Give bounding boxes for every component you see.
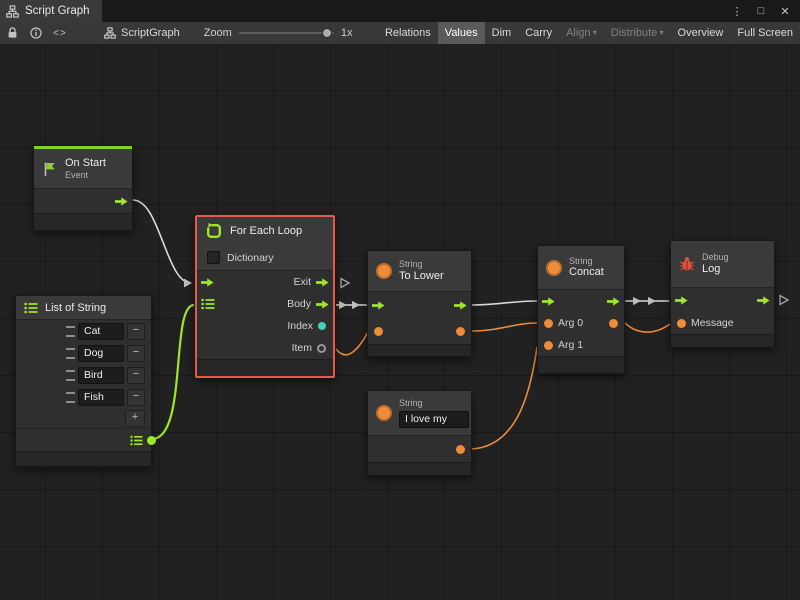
list-output-port[interactable] (147, 436, 156, 445)
list-input-port[interactable] (201, 298, 215, 310)
result-output-port[interactable] (609, 319, 618, 328)
title-bar: Script Graph (0, 0, 800, 22)
exit-port[interactable] (607, 297, 620, 306)
dim-button[interactable]: Dim (485, 22, 519, 44)
values-button[interactable]: Values (438, 22, 485, 44)
lock-icon[interactable] (0, 22, 24, 44)
node-title: Log (702, 263, 729, 276)
string-value-field[interactable]: I love my (399, 411, 469, 428)
drag-handle-icon[interactable] (66, 348, 75, 359)
list-icon (24, 302, 38, 314)
tab-script-graph[interactable]: Script Graph (0, 0, 102, 22)
zoom-value: 1x (341, 27, 353, 39)
string-type-icon (376, 263, 392, 279)
enter-port[interactable] (675, 296, 688, 305)
remove-item-button[interactable]: − (127, 323, 145, 340)
list-item-field[interactable]: Fish (78, 389, 124, 406)
code-icon[interactable] (48, 22, 72, 44)
zoom-slider-handle[interactable] (322, 28, 332, 38)
dictionary-label: Dictionary (227, 252, 274, 264)
node-footer (368, 462, 471, 475)
window-menu-icon[interactable] (731, 5, 743, 18)
info-icon[interactable] (24, 22, 48, 44)
list-item-field[interactable]: Dog (78, 345, 124, 362)
exit-port[interactable] (316, 278, 329, 287)
enter-port[interactable] (372, 301, 385, 310)
node-debug-log[interactable]: Debug Log Message (670, 240, 775, 348)
enter-port[interactable] (542, 297, 555, 306)
string-input-port[interactable] (374, 327, 383, 336)
result-output-port[interactable] (456, 327, 465, 336)
exit-port[interactable] (757, 296, 770, 305)
close-icon[interactable] (779, 5, 791, 18)
item-output-port[interactable] (317, 344, 326, 353)
node-category: String (399, 398, 469, 409)
carry-button[interactable]: Carry (518, 22, 559, 44)
list-item-row: Bird − (16, 364, 151, 386)
node-list-of-string[interactable]: List of String Cat − Dog − Bird − Fish −… (15, 295, 152, 467)
bug-icon (679, 256, 695, 272)
node-string-to-lower[interactable]: String To Lower (367, 250, 472, 357)
tab-title: Script Graph (25, 5, 90, 17)
node-category: String (569, 256, 604, 267)
maximize-icon[interactable] (755, 5, 767, 18)
remove-item-button[interactable]: − (127, 367, 145, 384)
flag-icon (42, 161, 58, 177)
enter-port[interactable] (201, 278, 214, 287)
list-item-row: Fish − (16, 386, 151, 408)
overview-button[interactable]: Overview (671, 22, 731, 44)
arg0-input-port[interactable] (544, 319, 553, 328)
node-title: To Lower (399, 270, 444, 283)
trigger-output-port[interactable] (115, 197, 128, 206)
value-output-port[interactable] (456, 445, 465, 454)
list-item-field[interactable]: Cat (78, 323, 124, 340)
arg1-input-port[interactable] (544, 341, 553, 350)
relations-button[interactable]: Relations (378, 22, 438, 44)
node-category: Debug (702, 252, 729, 263)
zoom-slider[interactable] (239, 32, 334, 34)
node-title: For Each Loop (230, 225, 302, 237)
zoom-label: Zoom (204, 27, 232, 39)
list-item-row: Dog − (16, 342, 151, 364)
loop-icon (205, 222, 223, 240)
drag-handle-icon[interactable] (66, 326, 75, 337)
remove-item-button[interactable]: − (127, 345, 145, 362)
body-port[interactable] (316, 300, 329, 309)
list-output-icon (130, 435, 143, 446)
graph-toolbar: ScriptGraph Zoom 1x Relations Values Dim… (0, 22, 800, 45)
dictionary-checkbox[interactable] (207, 251, 220, 264)
drag-handle-icon[interactable] (66, 392, 75, 403)
add-item-button[interactable]: + (125, 410, 145, 427)
list-item-row: Cat − (16, 320, 151, 342)
node-footer (34, 213, 132, 230)
node-footer (16, 451, 151, 466)
string-type-icon (376, 405, 392, 421)
exit-port[interactable] (454, 301, 467, 310)
drag-handle-icon[interactable] (66, 370, 75, 381)
node-title: On Start (65, 157, 106, 170)
script-graph-icon (104, 27, 116, 39)
node-on-start[interactable]: On Start Event (33, 145, 133, 231)
node-footer (671, 334, 774, 347)
full-screen-button[interactable]: Full Screen (730, 22, 800, 44)
node-subtitle: Event (65, 170, 106, 181)
remove-item-button[interactable]: − (127, 389, 145, 406)
message-input-port[interactable] (677, 319, 686, 328)
graph-name[interactable]: ScriptGraph (104, 27, 180, 39)
string-type-icon (546, 260, 562, 276)
node-string-literal[interactable]: String I love my (367, 390, 472, 476)
node-title: Concat (569, 266, 604, 279)
node-string-concat[interactable]: String Concat Arg 0 Arg 1 (537, 245, 625, 374)
index-output-port[interactable] (318, 322, 326, 330)
distribute-dropdown[interactable]: Distribute (604, 22, 671, 44)
node-footer (538, 356, 624, 373)
align-dropdown[interactable]: Align (559, 22, 604, 44)
node-footer (368, 344, 471, 356)
script-graph-icon (6, 5, 19, 18)
node-for-each-loop[interactable]: For Each Loop Dictionary Exit Body Index (195, 215, 335, 378)
node-title: List of String (45, 302, 106, 314)
node-category: String (399, 259, 444, 270)
list-item-field[interactable]: Bird (78, 367, 124, 384)
node-footer (197, 359, 333, 376)
